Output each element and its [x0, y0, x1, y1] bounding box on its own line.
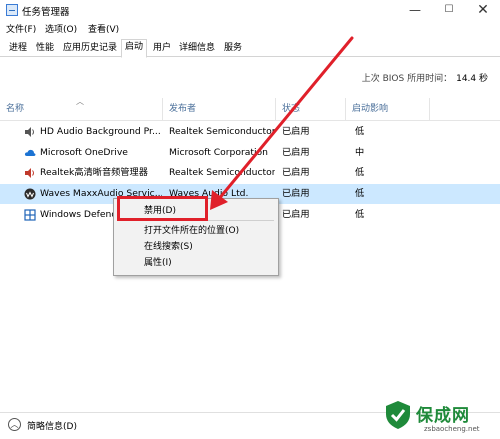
row-impact: 低 [355, 188, 365, 199]
bios-time-label: 上次 BIOS 所用时间： [361, 74, 453, 84]
tab-startup[interactable]: 启动 [121, 39, 148, 58]
window-title: 任务管理器 [22, 7, 70, 18]
table-row[interactable]: Microsoft OneDrive Microsoft Corporation… [0, 143, 500, 163]
row-status: 已启用 [282, 126, 310, 137]
column-header-status[interactable]: 状态 [276, 98, 346, 120]
row-status: 已启用 [282, 188, 310, 199]
column-header-name[interactable]: 名称 [0, 98, 163, 120]
row-impact: 低 [355, 126, 365, 137]
column-header-impact[interactable]: 启动影响 [346, 98, 430, 120]
row-name: Realtek高清晰音频管理器 [40, 167, 148, 178]
row-publisher: Microsoft Corporation [169, 147, 269, 158]
speaker-icon [25, 168, 34, 178]
fewer-details-link[interactable]: 简略信息(D) [27, 419, 77, 432]
menu-item-properties[interactable]: 属性(I) [144, 256, 172, 270]
menu-item-open-file-location[interactable]: 打开文件所在的位置(O) [144, 224, 239, 238]
collapse-chevron-icon[interactable]: ︿ [8, 418, 21, 431]
row-status: 已启用 [282, 209, 310, 220]
row-impact: 低 [355, 209, 365, 220]
onedrive-icon [24, 149, 36, 156]
maximize-button[interactable]: ☐ [432, 0, 466, 20]
windows-defender-icon [24, 209, 36, 221]
highlight-box [117, 196, 208, 221]
row-name: HD Audio Background Pr... [40, 126, 161, 137]
watermark-brand: 保成网 [416, 406, 470, 426]
watermark-shield-icon [386, 401, 410, 429]
menu-options[interactable]: 选项(O) [45, 22, 77, 35]
bios-time-value: 14.4 秒 [456, 74, 488, 84]
row-status: 已启用 [282, 147, 310, 158]
speaker-icon [25, 127, 34, 137]
table-row[interactable]: HD Audio Background Pr... Realtek Semico… [0, 122, 500, 142]
tab-users[interactable]: 用户 [149, 40, 175, 57]
task-manager-icon [6, 4, 18, 16]
row-impact: 中 [355, 147, 365, 158]
menu-view[interactable]: 查看(V) [88, 22, 119, 35]
bios-time: 上次 BIOS 所用时间： 14.4 秒 [362, 71, 488, 84]
row-publisher: Realtek Semiconductor [169, 126, 275, 137]
menu-bar: 文件(F) 选项(O) 查看(V) [0, 20, 500, 37]
waves-icon [24, 188, 36, 200]
menu-file[interactable]: 文件(F) [6, 22, 36, 35]
row-impact: 低 [355, 167, 365, 178]
tab-details[interactable]: 详细信息 [175, 40, 219, 57]
tab-processes[interactable]: 进程 [5, 40, 31, 57]
minimize-button[interactable]: — [398, 0, 432, 20]
title-bar: 任务管理器 — ☐ ✕ [0, 0, 500, 20]
header-divider [0, 120, 500, 121]
menu-item-search-online[interactable]: 在线搜索(S) [144, 240, 193, 254]
row-name: Windows Defender [40, 209, 114, 220]
column-header-publisher[interactable]: 发布者 [163, 98, 276, 120]
watermark-url: zsbaocheng.net [424, 425, 480, 433]
tab-performance[interactable]: 性能 [32, 40, 58, 57]
row-name: Microsoft OneDrive [40, 147, 128, 158]
tab-bar: 进程 性能 应用历史记录 启动 用户 详细信息 服务 [0, 37, 500, 58]
row-status: 已启用 [282, 167, 310, 178]
tab-app-history[interactable]: 应用历史记录 [59, 40, 121, 57]
close-button[interactable]: ✕ [466, 0, 500, 20]
row-publisher: Realtek Semiconductor [169, 167, 275, 178]
tab-services[interactable]: 服务 [220, 40, 246, 57]
table-row[interactable]: Realtek高清晰音频管理器 Realtek Semiconductor 已启… [0, 163, 500, 183]
